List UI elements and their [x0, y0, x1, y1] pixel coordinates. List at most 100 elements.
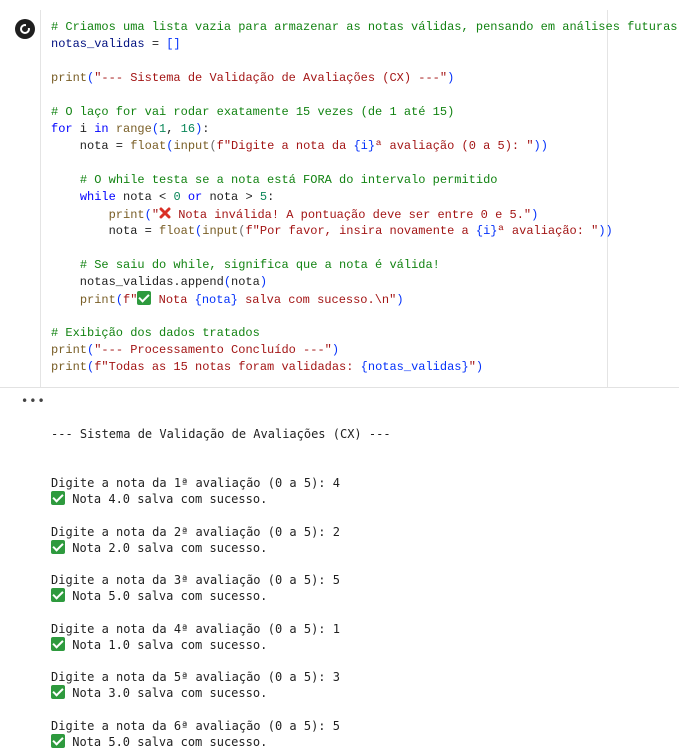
code-token: 5 — [259, 190, 268, 204]
code-token: range — [115, 122, 152, 136]
code-token: # O while testa se a nota está FORA do i… — [79, 173, 498, 187]
code-token: ) — [531, 208, 539, 222]
code-line: for i in range(1, 16): — [51, 121, 678, 138]
code-token: notas_validas — [51, 37, 145, 51]
code-line: nota = float(input(f"Por favor, insira n… — [51, 223, 678, 240]
code-token: for — [51, 122, 73, 136]
code-token: salva com sucesso.\n" — [237, 293, 397, 307]
code-token: ) — [447, 71, 455, 85]
code-token: or — [187, 190, 203, 204]
check-mark-icon — [51, 636, 65, 651]
check-mark-icon — [51, 491, 65, 506]
check-mark-icon — [51, 539, 65, 554]
code-token: {i} — [353, 139, 376, 153]
code-line: # O laço for vai rodar exatamente 15 vez… — [51, 104, 678, 121]
code-token: "--- Processamento Concluído ---" — [94, 343, 332, 357]
code-token: )) — [598, 224, 613, 238]
code-token: ª avaliação (0 a 5): " — [375, 139, 534, 153]
code-token: nota = — [51, 139, 131, 153]
code-line: while nota < 0 or nota > 5: — [51, 189, 678, 206]
output-prompt-line: Digite a nota da 2ª avaliação (0 a 5): 2 — [51, 524, 340, 539]
output-prompt-line: Digite a nota da 1ª avaliação (0 a 5): 4 — [51, 476, 340, 490]
code-token: in — [94, 122, 109, 136]
code-line: # O while testa se a nota está FORA do i… — [51, 172, 678, 189]
code-token: ( — [209, 139, 217, 153]
code-token: print — [51, 343, 88, 357]
cross-mark-icon — [159, 207, 171, 219]
output-blank-line — [51, 556, 391, 572]
code-token: notas_validas.append — [51, 275, 224, 289]
run-cell-button[interactable] — [15, 19, 35, 39]
code-line: print("--- Sistema de Validação de Avali… — [51, 70, 678, 87]
code-token: ) — [259, 275, 268, 289]
code-token: ) — [331, 343, 340, 357]
output-blank-line — [51, 605, 391, 621]
code-line: print(f" Nota {nota} salva com sucesso.\… — [51, 291, 678, 308]
code-token: f" — [123, 293, 138, 307]
output-blank-line — [51, 702, 391, 718]
code-line: # Exibição dos dados tratados — [51, 325, 678, 342]
output-menu-icon[interactable]: ••• — [21, 394, 46, 408]
code-line: nota = float(input(f"Digite a nota da {i… — [51, 138, 678, 155]
output-result-text: Nota 3.0 salva com sucesso. — [65, 686, 268, 701]
code-token: f"Digite a nota da — [216, 139, 354, 153]
output-result-text: Nota 4.0 salva com sucesso. — [65, 492, 268, 507]
code-token: nota — [231, 275, 260, 289]
code-token: : — [267, 190, 275, 204]
check-mark-icon — [137, 291, 152, 305]
output-result-text: Nota 2.0 salva com sucesso. — [65, 540, 268, 555]
output-result-line: Nota 5.0 salva com sucesso. — [51, 588, 391, 604]
code-editor[interactable]: # Criamos uma lista vazia para armazenar… — [51, 19, 678, 376]
output-result-line: Nota 1.0 salva com sucesso. — [51, 636, 391, 653]
code-token: # Se saiu do while, significa que a nota… — [79, 258, 440, 272]
code-token: )) — [533, 139, 548, 153]
code-token: input — [202, 224, 239, 238]
code-token: print — [79, 293, 116, 307]
code-token: "--- Sistema de Validação de Avaliações … — [94, 71, 448, 85]
code-token: Nota inválida! A pontuação deve ser entr… — [171, 208, 532, 222]
output-result-text: Nota 1.0 salva com sucesso. — [65, 637, 268, 652]
code-token: {i} — [475, 224, 498, 238]
code-token: nota = — [51, 224, 160, 238]
code-token: " — [151, 208, 160, 222]
code-token: ª avaliação: " — [497, 224, 599, 238]
code-line: notas_validas.append(nota) — [51, 274, 678, 291]
code-line: print("--- Processamento Concluído ---") — [51, 342, 678, 359]
code-token: i — [72, 122, 95, 136]
code-token: print — [51, 360, 88, 374]
check-mark-icon — [51, 588, 65, 603]
code-token: ) — [475, 360, 484, 374]
check-mark-icon — [51, 734, 65, 748]
code-token: # Exibição dos dados tratados — [51, 326, 260, 340]
output-prompt-line: Digite a nota da 3ª avaliação (0 a 5): 5 — [51, 573, 340, 588]
output-result-line: Nota 5.0 salva com sucesso. — [51, 734, 391, 750]
code-token: , — [166, 122, 181, 136]
output-result-line: Nota 4.0 salva com sucesso. — [51, 491, 391, 507]
code-cell[interactable]: # Criamos uma lista vazia para armazenar… — [0, 0, 679, 388]
output-result-text: Nota 5.0 salva com sucesso. — [65, 589, 268, 604]
code-token: ( — [144, 208, 152, 222]
code-line: notas_validas = [] — [51, 36, 678, 53]
code-token: ) — [396, 293, 404, 307]
output-blank-line — [51, 507, 391, 523]
code-token: = — [144, 37, 167, 51]
code-line: print(" Nota inválida! A pontuação deve … — [51, 206, 678, 223]
code-token: 16 — [180, 122, 196, 136]
code-token: 0 — [173, 190, 181, 204]
code-token: ( — [223, 275, 232, 289]
code-token: print — [108, 208, 145, 222]
cell-output: ••• --- Sistema de Validação de Avaliaçõ… — [0, 388, 679, 749]
code-token: float — [159, 224, 196, 238]
output-result-text: Nota 5.0 salva com sucesso. — [65, 735, 268, 749]
run-status-icon — [20, 22, 32, 34]
output-blank-line — [51, 653, 391, 669]
